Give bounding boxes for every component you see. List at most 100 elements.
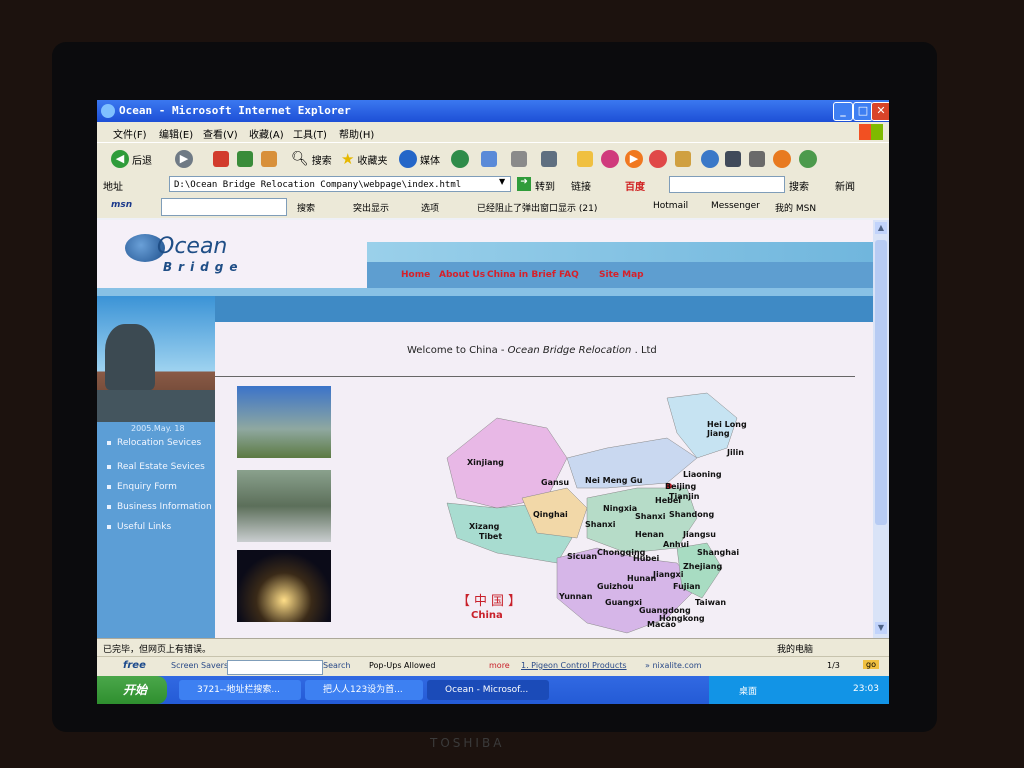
- page-scrollbar[interactable]: ▲ ▼: [873, 220, 889, 638]
- links-button[interactable]: 链接: [571, 178, 591, 193]
- minimize-button[interactable]: _: [833, 102, 853, 121]
- china-english-label: China: [471, 610, 503, 621]
- free-search-button[interactable]: Search: [323, 661, 350, 670]
- screen: Ocean - Microsoft Internet Explorer _ □ …: [97, 100, 889, 704]
- close-button[interactable]: ✕: [871, 102, 889, 121]
- forward-button[interactable]: ▶: [175, 149, 193, 169]
- stop-button[interactable]: [213, 149, 229, 169]
- history-button[interactable]: [451, 149, 469, 169]
- sidebar-item-relocation[interactable]: Relocation Sevices: [107, 438, 201, 448]
- tool-button-5[interactable]: [725, 149, 741, 169]
- popup-blocker[interactable]: 已经阻止了弹出窗口显示 (21): [477, 201, 597, 214]
- address-input[interactable]: D:\Ocean Bridge Relocation Company\webpa…: [169, 176, 511, 192]
- stop-icon: [213, 151, 229, 167]
- site-sidebar: 2005.May. 18 Relocation Sevices Real Est…: [97, 422, 215, 638]
- baidu-search-button[interactable]: 搜索: [789, 178, 809, 193]
- tray-clock[interactable]: 23:03: [853, 684, 879, 694]
- go-button[interactable]: 转到: [535, 178, 555, 193]
- hotmail-button[interactable]: Hotmail: [653, 201, 688, 211]
- tool-button-6[interactable]: [749, 149, 765, 169]
- my-msn-button[interactable]: 我的 MSN: [775, 201, 816, 214]
- refresh-icon: [237, 151, 253, 167]
- tiananmen-photo[interactable]: [237, 386, 331, 458]
- title-bar: Ocean - Microsoft Internet Explorer _ □ …: [97, 100, 889, 122]
- site-logo-ocean[interactable]: Ocean: [157, 234, 227, 259]
- scroll-thumb[interactable]: [875, 240, 887, 525]
- favorites-button[interactable]: ★ 收藏夹: [341, 149, 387, 169]
- task-3721[interactable]: 3721--地址栏搜索...: [179, 680, 301, 700]
- task-renren[interactable]: 把人人123设为首...: [305, 680, 423, 700]
- fullscreen-button[interactable]: [541, 149, 557, 169]
- player-button[interactable]: ▶: [625, 149, 643, 169]
- print-button[interactable]: [511, 149, 527, 169]
- task-ocean-ie[interactable]: Ocean - Microsof...: [427, 680, 549, 700]
- go-arrow-icon[interactable]: ➜: [517, 177, 531, 191]
- tool-button-2[interactable]: [649, 149, 667, 169]
- msn-search-input[interactable]: [161, 198, 287, 216]
- start-button[interactable]: 开始: [97, 676, 167, 704]
- tool-button-1[interactable]: [601, 149, 619, 169]
- mail-button[interactable]: [481, 149, 497, 169]
- stone-lion-image: [105, 324, 155, 390]
- great-wall-photo[interactable]: [237, 470, 331, 542]
- tool-4-icon: [701, 150, 719, 168]
- messenger-link[interactable]: Messenger: [711, 201, 760, 211]
- tool-button-4[interactable]: [701, 149, 719, 169]
- menu-file[interactable]: 文件(F): [113, 126, 147, 141]
- china-chinese-label: 【中国】: [457, 594, 526, 609]
- nav-banner: [367, 242, 873, 262]
- menu-tools[interactable]: 工具(T): [293, 126, 327, 141]
- address-dropdown-icon[interactable]: ▼: [499, 177, 505, 186]
- nav-faq[interactable]: FAQ: [559, 270, 579, 280]
- nav-home[interactable]: Home: [401, 270, 430, 280]
- options-button[interactable]: 选项: [421, 201, 439, 214]
- menu-edit[interactable]: 编辑(E): [159, 126, 193, 141]
- tool-button-3[interactable]: [675, 149, 691, 169]
- sidebar-item-real-estate[interactable]: Real Estate Sevices: [107, 462, 205, 472]
- more-button[interactable]: more: [489, 661, 510, 670]
- content-banner: [215, 296, 873, 322]
- night-city-photo[interactable]: [237, 550, 331, 622]
- nav-about-us[interactable]: About Us: [439, 270, 485, 280]
- back-button[interactable]: ◀ 后退: [111, 149, 152, 169]
- highlight-button[interactable]: 突出显示: [353, 201, 389, 214]
- refresh-button[interactable]: [237, 149, 253, 169]
- maximize-button[interactable]: □: [853, 102, 873, 121]
- free-search-input[interactable]: [227, 660, 323, 675]
- home-icon: [261, 151, 277, 167]
- pedestal-image: [97, 390, 215, 422]
- home-button[interactable]: [261, 149, 277, 169]
- welcome-text: Welcome to China - Ocean Bridge Relocati…: [407, 345, 657, 356]
- popups-allowed[interactable]: Pop-Ups Allowed: [369, 661, 435, 670]
- scroll-down-icon[interactable]: ▼: [875, 622, 887, 634]
- fullscreen-icon: [541, 151, 557, 167]
- bullet-icon: [107, 484, 111, 489]
- nav-site-map[interactable]: Site Map: [599, 270, 644, 280]
- bullet-icon: [107, 504, 111, 509]
- baidu-search-input[interactable]: [669, 176, 785, 193]
- menu-favorites[interactable]: 收藏(A): [249, 126, 284, 141]
- site-logo-bridge[interactable]: Bridge: [163, 260, 244, 274]
- sidebar-item-business[interactable]: Business Information: [107, 502, 212, 512]
- printer-icon: [511, 151, 527, 167]
- scroll-up-icon[interactable]: ▲: [875, 222, 887, 234]
- menu-help[interactable]: 帮助(H): [339, 126, 374, 141]
- tray-desktop[interactable]: 桌面: [739, 684, 757, 697]
- web-page: Ocean Bridge Home About Us China in Brie…: [97, 220, 873, 638]
- search-button[interactable]: 🔍︎ 搜索: [291, 149, 332, 169]
- ad-pager: 1/3: [827, 661, 840, 670]
- menu-view[interactable]: 查看(V): [203, 126, 238, 141]
- sidebar-item-enquiry[interactable]: Enquiry Form: [107, 482, 177, 492]
- ad-link[interactable]: 1. Pigeon Control Products: [521, 661, 627, 670]
- messenger-button[interactable]: [799, 149, 817, 169]
- news-button[interactable]: 新闻: [835, 178, 855, 193]
- tool-button-7[interactable]: [773, 149, 791, 169]
- msn-search-button[interactable]: 搜索: [297, 201, 315, 214]
- nav-china-in-brief[interactable]: China in Brief: [487, 270, 556, 280]
- screen-savers-link[interactable]: Screen Savers: [171, 661, 228, 670]
- media-button[interactable]: 媒体: [399, 149, 440, 169]
- ad-go-button[interactable]: go: [863, 660, 879, 669]
- note-button[interactable]: [577, 149, 593, 169]
- sidebar-item-useful-links[interactable]: Useful Links: [107, 522, 171, 532]
- menu-bar: 文件(F) 编辑(E) 查看(V) 收藏(A) 工具(T) 帮助(H): [97, 122, 889, 142]
